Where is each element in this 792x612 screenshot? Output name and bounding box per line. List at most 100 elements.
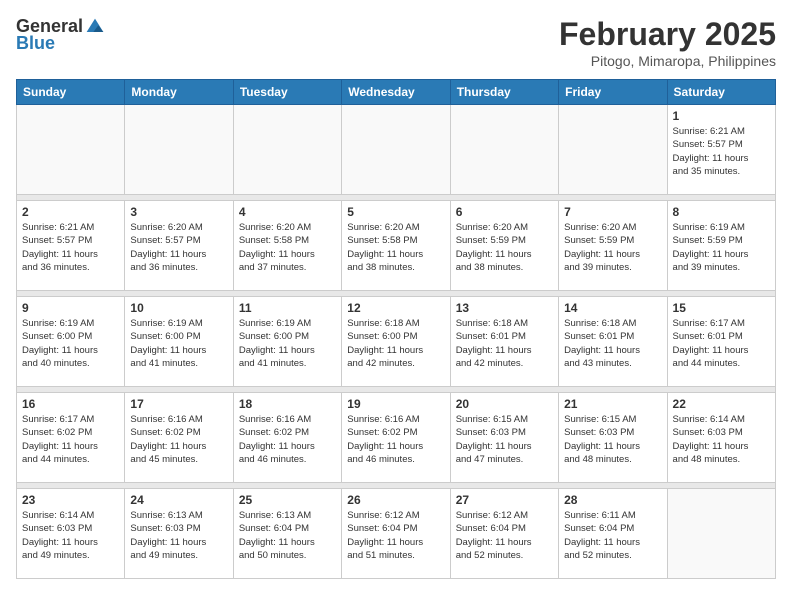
day-number: 27 [456, 493, 553, 507]
weekday-header-sunday: Sunday [17, 80, 125, 105]
day-number: 14 [564, 301, 661, 315]
calendar-table: SundayMondayTuesdayWednesdayThursdayFrid… [16, 79, 776, 579]
day-number: 10 [130, 301, 227, 315]
day-number: 26 [347, 493, 444, 507]
day-info: Sunrise: 6:13 AM Sunset: 6:03 PM Dayligh… [130, 509, 227, 562]
weekday-header-monday: Monday [125, 80, 233, 105]
day-info: Sunrise: 6:14 AM Sunset: 6:03 PM Dayligh… [673, 413, 770, 466]
calendar-cell: 21 Sunrise: 6:15 AM Sunset: 6:03 PM Dayli… [559, 393, 667, 483]
calendar-cell [233, 105, 341, 195]
weekday-header-friday: Friday [559, 80, 667, 105]
calendar-cell: 26 Sunrise: 6:12 AM Sunset: 6:04 PM Dayli… [342, 489, 450, 579]
day-number: 19 [347, 397, 444, 411]
day-number: 8 [673, 205, 770, 219]
calendar-cell: 6 Sunrise: 6:20 AM Sunset: 5:59 PM Daylig… [450, 201, 558, 291]
calendar-cell: 16 Sunrise: 6:17 AM Sunset: 6:02 PM Dayli… [17, 393, 125, 483]
day-number: 23 [22, 493, 119, 507]
day-number: 18 [239, 397, 336, 411]
day-info: Sunrise: 6:12 AM Sunset: 6:04 PM Dayligh… [347, 509, 444, 562]
day-info: Sunrise: 6:20 AM Sunset: 5:58 PM Dayligh… [347, 221, 444, 274]
day-info: Sunrise: 6:16 AM Sunset: 6:02 PM Dayligh… [239, 413, 336, 466]
calendar-cell: 11 Sunrise: 6:19 AM Sunset: 6:00 PM Dayli… [233, 297, 341, 387]
calendar-cell [667, 489, 775, 579]
day-number: 17 [130, 397, 227, 411]
day-number: 5 [347, 205, 444, 219]
calendar-cell [559, 105, 667, 195]
calendar-cell: 2 Sunrise: 6:21 AM Sunset: 5:57 PM Daylig… [17, 201, 125, 291]
day-number: 20 [456, 397, 553, 411]
calendar-cell [17, 105, 125, 195]
calendar-cell: 9 Sunrise: 6:19 AM Sunset: 6:00 PM Daylig… [17, 297, 125, 387]
day-info: Sunrise: 6:18 AM Sunset: 6:00 PM Dayligh… [347, 317, 444, 370]
day-info: Sunrise: 6:18 AM Sunset: 6:01 PM Dayligh… [456, 317, 553, 370]
calendar-cell [450, 105, 558, 195]
day-number: 3 [130, 205, 227, 219]
day-info: Sunrise: 6:19 AM Sunset: 6:00 PM Dayligh… [130, 317, 227, 370]
calendar-cell: 25Sunrise: 6:13 AM Sunset: 6:04 PM Dayli… [233, 489, 341, 579]
day-number: 16 [22, 397, 119, 411]
day-number: 7 [564, 205, 661, 219]
calendar-cell: 4Sunrise: 6:20 AM Sunset: 5:58 PM Daylig… [233, 201, 341, 291]
day-number: 24 [130, 493, 227, 507]
day-info: Sunrise: 6:19 AM Sunset: 6:00 PM Dayligh… [239, 317, 336, 370]
calendar-cell: 27 Sunrise: 6:12 AM Sunset: 6:04 PM Dayli… [450, 489, 558, 579]
day-number: 1 [673, 109, 770, 123]
day-number: 4 [239, 205, 336, 219]
logo: General Blue [16, 16, 105, 54]
day-number: 22 [673, 397, 770, 411]
logo-icon [85, 17, 105, 37]
day-number: 12 [347, 301, 444, 315]
day-info: Sunrise: 6:20 AM Sunset: 5:57 PM Dayligh… [130, 221, 227, 274]
day-info: Sunrise: 6:15 AM Sunset: 6:03 PM Dayligh… [456, 413, 553, 466]
day-info: Sunrise: 6:17 AM Sunset: 6:02 PM Dayligh… [22, 413, 119, 466]
day-info: Sunrise: 6:15 AM Sunset: 6:03 PM Dayligh… [564, 413, 661, 466]
day-number: 15 [673, 301, 770, 315]
week-row-4: 23 Sunrise: 6:14 AM Sunset: 6:03 PM Dayli… [17, 489, 776, 579]
day-info: Sunrise: 6:12 AM Sunset: 6:04 PM Dayligh… [456, 509, 553, 562]
calendar-cell: 1 Sunrise: 6:21 AM Sunset: 5:57 PM Daylig… [667, 105, 775, 195]
location-title: Pitogo, Mimaropa, Philippines [559, 53, 776, 69]
day-number: 13 [456, 301, 553, 315]
day-number: 9 [22, 301, 119, 315]
day-info: Sunrise: 6:18 AM Sunset: 6:01 PM Dayligh… [564, 317, 661, 370]
weekday-header-tuesday: Tuesday [233, 80, 341, 105]
week-row-3: 16 Sunrise: 6:17 AM Sunset: 6:02 PM Dayli… [17, 393, 776, 483]
day-info: Sunrise: 6:14 AM Sunset: 6:03 PM Dayligh… [22, 509, 119, 562]
day-info: Sunrise: 6:20 AM Sunset: 5:59 PM Dayligh… [564, 221, 661, 274]
calendar-cell: 13 Sunrise: 6:18 AM Sunset: 6:01 PM Dayli… [450, 297, 558, 387]
day-number: 21 [564, 397, 661, 411]
logo-blue: Blue [16, 33, 55, 54]
calendar-cell: 7 Sunrise: 6:20 AM Sunset: 5:59 PM Daylig… [559, 201, 667, 291]
calendar-cell: 3 Sunrise: 6:20 AM Sunset: 5:57 PM Daylig… [125, 201, 233, 291]
day-info: Sunrise: 6:16 AM Sunset: 6:02 PM Dayligh… [130, 413, 227, 466]
calendar-cell: 19 Sunrise: 6:16 AM Sunset: 6:02 PM Dayli… [342, 393, 450, 483]
calendar-cell: 10 Sunrise: 6:19 AM Sunset: 6:00 PM Dayli… [125, 297, 233, 387]
week-row-0: 1 Sunrise: 6:21 AM Sunset: 5:57 PM Daylig… [17, 105, 776, 195]
day-number: 2 [22, 205, 119, 219]
month-title: February 2025 [559, 16, 776, 53]
page-header: General Blue February 2025 Pitogo, Mimar… [16, 16, 776, 69]
day-info: Sunrise: 6:19 AM Sunset: 6:00 PM Dayligh… [22, 317, 119, 370]
title-block: February 2025 Pitogo, Mimaropa, Philippi… [559, 16, 776, 69]
calendar-cell [342, 105, 450, 195]
calendar-cell: 12 Sunrise: 6:18 AM Sunset: 6:00 PM Dayli… [342, 297, 450, 387]
day-number: 25 [239, 493, 336, 507]
weekday-header-thursday: Thursday [450, 80, 558, 105]
week-row-1: 2 Sunrise: 6:21 AM Sunset: 5:57 PM Daylig… [17, 201, 776, 291]
day-number: 28 [564, 493, 661, 507]
day-info: Sunrise: 6:16 AM Sunset: 6:02 PM Dayligh… [347, 413, 444, 466]
calendar-cell: 17 Sunrise: 6:16 AM Sunset: 6:02 PM Dayli… [125, 393, 233, 483]
calendar-cell: 28Sunrise: 6:11 AM Sunset: 6:04 PM Dayli… [559, 489, 667, 579]
calendar-cell: 23 Sunrise: 6:14 AM Sunset: 6:03 PM Dayli… [17, 489, 125, 579]
weekday-header-wednesday: Wednesday [342, 80, 450, 105]
weekday-header-row: SundayMondayTuesdayWednesdayThursdayFrid… [17, 80, 776, 105]
day-number: 11 [239, 301, 336, 315]
day-info: Sunrise: 6:21 AM Sunset: 5:57 PM Dayligh… [673, 125, 770, 178]
day-number: 6 [456, 205, 553, 219]
day-info: Sunrise: 6:21 AM Sunset: 5:57 PM Dayligh… [22, 221, 119, 274]
day-info: Sunrise: 6:20 AM Sunset: 5:59 PM Dayligh… [456, 221, 553, 274]
calendar-cell: 5 Sunrise: 6:20 AM Sunset: 5:58 PM Daylig… [342, 201, 450, 291]
calendar-cell: 24 Sunrise: 6:13 AM Sunset: 6:03 PM Dayli… [125, 489, 233, 579]
day-info: Sunrise: 6:17 AM Sunset: 6:01 PM Dayligh… [673, 317, 770, 370]
weekday-header-saturday: Saturday [667, 80, 775, 105]
